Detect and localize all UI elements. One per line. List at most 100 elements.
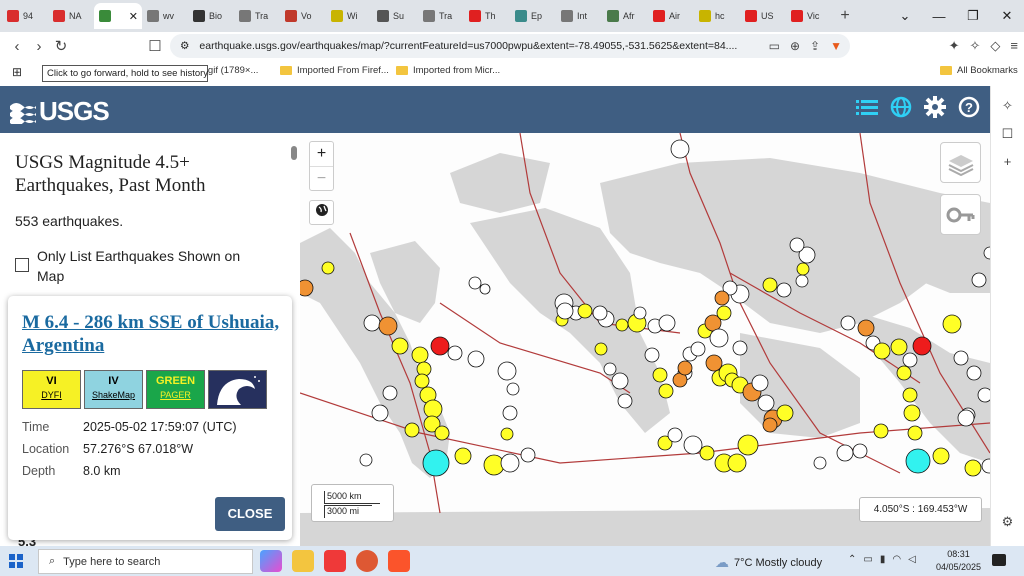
browser-tab[interactable]: ✕	[94, 3, 142, 29]
earthquake-marker[interactable]	[506, 382, 520, 396]
earthquake-marker[interactable]	[382, 385, 398, 401]
layers-button[interactable]	[940, 142, 981, 183]
tab-search-icon[interactable]: ⌄	[888, 8, 922, 24]
zoom-icon[interactable]: ⊕	[790, 39, 800, 53]
bookmark-folder-microsoft[interactable]: Imported from Micr...	[396, 65, 500, 76]
duckduckgo-icon[interactable]	[356, 550, 378, 572]
earthquake-marker[interactable]	[603, 362, 617, 376]
earthquake-marker[interactable]	[467, 350, 485, 368]
start-button[interactable]	[9, 554, 23, 568]
browser-tab[interactable]: Su	[372, 3, 418, 29]
earthquake-marker[interactable]	[971, 272, 987, 288]
earthquake-marker[interactable]	[873, 423, 889, 439]
earthquake-marker[interactable]	[964, 459, 982, 477]
earthquake-marker[interactable]	[699, 445, 715, 461]
earthquake-marker[interactable]	[932, 447, 950, 465]
bookmark-gif[interactable]: 0.gif (1789×...	[200, 65, 258, 76]
earthquake-marker[interactable]	[836, 444, 854, 462]
earthquake-title-link[interactable]: M 6.4 - 286 km SSE of Ushuaia, Argentina	[22, 311, 282, 357]
bookmark-folder-firefox[interactable]: Imported From Firef...	[280, 65, 389, 76]
browser-tab[interactable]: Wi	[326, 3, 372, 29]
browser-tab[interactable]: Int	[556, 3, 602, 29]
earthquake-marker[interactable]	[896, 365, 912, 381]
restore-button[interactable]: ❐	[956, 8, 990, 24]
browser-tab[interactable]: Th	[464, 3, 510, 29]
menu-icon[interactable]: ≡	[1010, 38, 1018, 54]
tsunami-icon[interactable]	[208, 370, 267, 409]
sidebar-settings-icon[interactable]: ⚙	[991, 514, 1024, 530]
sidebar-star-icon[interactable]: ✧	[991, 98, 1024, 114]
file-explorer-icon[interactable]	[292, 550, 314, 572]
close-window-button[interactable]: ✕	[990, 8, 1024, 24]
earthquake-marker[interactable]	[414, 373, 430, 389]
earthquake-marker[interactable]	[737, 434, 759, 456]
earthquake-marker[interactable]	[556, 302, 574, 320]
zoom-out-button[interactable]: −	[310, 166, 333, 190]
cast-icon[interactable]: ▭	[769, 39, 780, 53]
earthquake-marker[interactable]	[966, 365, 982, 381]
battery-icon[interactable]: ▮	[880, 554, 886, 565]
earthquake-marker[interactable]	[757, 394, 775, 412]
earthquake-marker[interactable]	[430, 336, 450, 356]
browser-tab[interactable]: Tra	[234, 3, 280, 29]
earthquake-marker[interactable]	[404, 422, 420, 438]
browser-tab[interactable]: hc	[694, 3, 740, 29]
reload-button[interactable]: ↻	[50, 37, 72, 55]
ai-icon[interactable]: ✧	[970, 38, 981, 54]
earthquake-marker[interactable]	[644, 347, 660, 363]
earthquake-marker[interactable]	[617, 393, 633, 409]
share-icon[interactable]: ⇪	[810, 39, 820, 53]
earthquake-marker[interactable]	[658, 383, 674, 399]
earthquake-marker[interactable]	[942, 314, 962, 334]
earthquake-marker[interactable]	[615, 318, 629, 332]
new-tab-button[interactable]: +	[832, 7, 858, 25]
earthquake-marker[interactable]	[912, 336, 932, 356]
earthquake-marker[interactable]	[500, 453, 520, 473]
browser-tab[interactable]: Vic	[786, 3, 832, 29]
notifications-icon[interactable]	[992, 554, 1006, 566]
browser-tab[interactable]: Bio	[188, 3, 234, 29]
only-list-checkbox[interactable]	[15, 258, 29, 272]
earthquake-marker[interactable]	[454, 447, 472, 465]
zoom-in-button[interactable]: +	[310, 142, 333, 166]
earthquake-marker[interactable]	[857, 319, 875, 337]
earthquake-marker[interactable]	[907, 425, 923, 441]
brave-icon[interactable]	[388, 550, 410, 572]
bookmark-folder-all[interactable]: All Bookmarks	[940, 65, 1018, 76]
pager-badge[interactable]: GREEN PAGER	[146, 370, 205, 409]
earthquake-marker[interactable]	[727, 453, 747, 473]
earthquake-marker[interactable]	[902, 352, 918, 368]
wifi-icon[interactable]: ◠	[892, 554, 901, 565]
earthquake-marker[interactable]	[852, 443, 868, 459]
earthquake-marker[interactable]	[447, 345, 463, 361]
earthquake-marker[interactable]	[776, 404, 794, 422]
browser-tab[interactable]: Vo	[280, 3, 326, 29]
earthquake-marker[interactable]	[633, 306, 647, 320]
earthquake-marker[interactable]	[709, 328, 729, 348]
list-icon[interactable]	[856, 98, 878, 116]
volume-icon[interactable]: ◁	[908, 554, 916, 565]
close-button[interactable]: CLOSE	[215, 497, 285, 531]
usgs-logo[interactable]: USGS	[10, 96, 110, 127]
earthquake-marker[interactable]	[683, 435, 703, 455]
earthquake-marker[interactable]	[903, 404, 921, 422]
taskbar-clock[interactable]: 08:31 04/05/2025	[936, 548, 981, 574]
minimize-button[interactable]: —	[922, 9, 956, 24]
earthquake-marker[interactable]	[577, 303, 593, 319]
earthquake-marker[interactable]	[957, 409, 975, 427]
earthquake-marker[interactable]	[468, 276, 482, 290]
browser-tab[interactable]: Afr	[602, 3, 648, 29]
earthquake-marker[interactable]	[714, 290, 730, 306]
earthquake-marker[interactable]	[705, 354, 723, 372]
vivaldi-icon[interactable]	[324, 550, 346, 572]
earthquake-marker[interactable]	[497, 361, 517, 381]
earthquake-marker[interactable]	[520, 447, 536, 463]
earthquake-marker[interactable]	[873, 342, 891, 360]
apps-icon[interactable]: ⊞	[12, 65, 22, 79]
tab-close-icon[interactable]: ✕	[129, 10, 138, 23]
earthquake-marker[interactable]	[391, 337, 409, 355]
earthquake-marker[interactable]	[359, 453, 373, 467]
earthquake-marker[interactable]	[795, 274, 809, 288]
brave-shield-icon[interactable]: ▼	[830, 39, 842, 53]
settings-gear-icon[interactable]	[924, 96, 946, 118]
